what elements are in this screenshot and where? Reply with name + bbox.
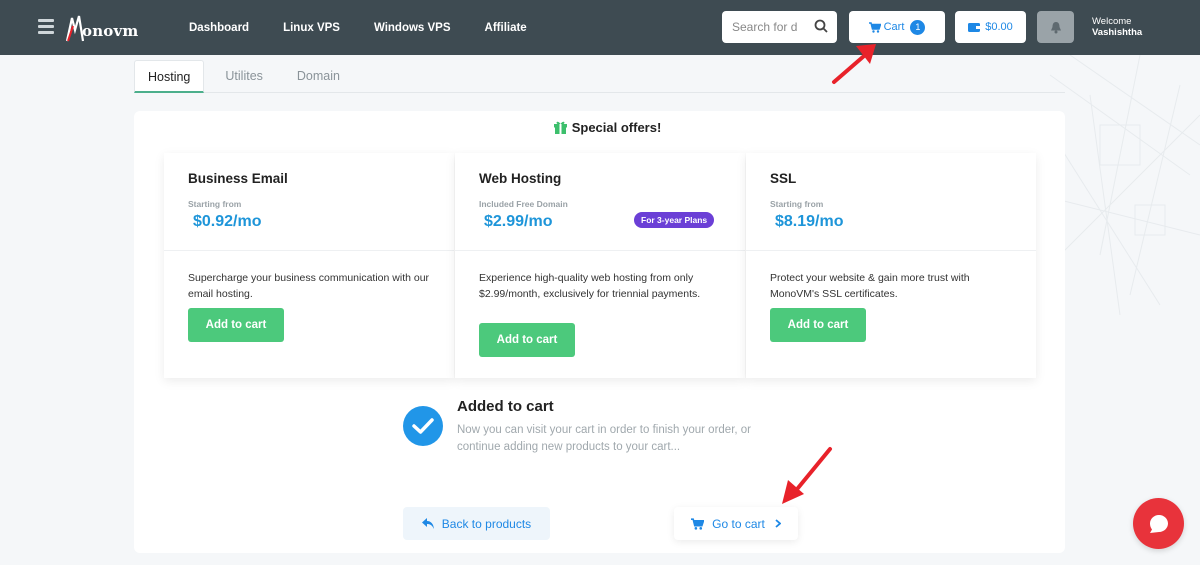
bell-icon: [1050, 21, 1061, 33]
card-price: $0.92/mo: [193, 213, 262, 230]
add-to-cart-button[interactable]: Add to cart: [479, 323, 575, 357]
user-name: Vashishtha: [1092, 27, 1143, 38]
offer-card-web-hosting: Web Hosting Included Free Domain $2.99/m…: [455, 153, 745, 378]
cart-count-badge: 1: [910, 19, 926, 35]
added-to-cart-message: Now you can visit your cart in order to …: [457, 424, 752, 453]
balance-button[interactable]: $0.00: [955, 11, 1026, 43]
product-tabs: Hosting Utilites Domain: [134, 60, 1065, 93]
notifications-button[interactable]: [1037, 11, 1074, 43]
card-description: Supercharge your business communication …: [188, 272, 430, 300]
menu-icon[interactable]: [38, 19, 54, 34]
nav-windows-vps[interactable]: Windows VPS: [374, 22, 451, 34]
offer-card-ssl: SSL Starting from $8.19/mo Protect your …: [746, 153, 1036, 378]
cart-icon: [691, 517, 705, 530]
card-price-label: Starting from: [188, 199, 242, 209]
chevron-right-icon: [775, 519, 781, 528]
special-offers-heading: Special offers!: [134, 120, 1080, 135]
logo-text: onovm: [82, 22, 139, 40]
user-welcome[interactable]: Welcome Vashishtha: [1092, 16, 1142, 38]
main-nav: Dashboard Linux VPS Windows VPS Affiliat…: [189, 0, 561, 55]
card-title: SSL: [770, 171, 797, 186]
annotation-arrow-icon: [782, 447, 832, 504]
nav-dashboard[interactable]: Dashboard: [189, 22, 249, 34]
card-title: Web Hosting: [479, 171, 562, 186]
card-price: $8.19/mo: [775, 213, 844, 230]
chat-bubble-icon: [1149, 514, 1168, 533]
go-to-cart-button[interactable]: Go to cart: [674, 507, 798, 540]
welcome-label: Welcome: [1092, 16, 1132, 27]
cart-icon: [868, 21, 881, 33]
annotation-arrow-icon: [832, 44, 876, 84]
card-divider: [746, 250, 1036, 251]
go-to-cart-label: Go to cart: [712, 516, 765, 531]
top-navbar: onovm Dashboard Linux VPS Windows VPS Af…: [0, 0, 1200, 55]
back-to-products-button[interactable]: Back to products: [403, 507, 550, 540]
nav-affiliate[interactable]: Affiliate: [485, 22, 527, 34]
reply-arrow-icon: [421, 518, 434, 529]
plan-badge: For 3-year Plans: [634, 212, 715, 228]
card-description: Protect your website & gain more trust w…: [770, 272, 970, 300]
search-box: [722, 11, 837, 43]
card-title: Business Email: [188, 171, 288, 186]
balance-amount: $0.00: [985, 21, 1013, 33]
card-price: $2.99/mo: [484, 213, 553, 230]
add-to-cart-button[interactable]: Add to cart: [770, 308, 866, 342]
search-icon[interactable]: [814, 19, 828, 33]
nav-linux-vps[interactable]: Linux VPS: [283, 22, 340, 34]
tab-domain[interactable]: Domain: [284, 60, 353, 93]
card-description: Experience high-quality web hosting from…: [479, 272, 701, 300]
cart-label: Cart: [883, 21, 905, 33]
card-divider: [455, 250, 745, 251]
offer-card-business-email: Business Email Starting from $0.92/mo Su…: [164, 153, 454, 378]
special-offers-title: Special offers!: [571, 120, 662, 135]
tab-hosting[interactable]: Hosting: [134, 60, 205, 93]
chat-button[interactable]: [1133, 498, 1184, 549]
search-input[interactable]: [732, 20, 804, 34]
card-divider: [164, 250, 454, 251]
wallet-icon: [968, 23, 981, 32]
cart-button[interactable]: Cart 1: [849, 11, 945, 43]
add-to-cart-button[interactable]: Add to cart: [188, 308, 284, 342]
card-price-label: Starting from: [770, 199, 824, 209]
card-price-label: Included Free Domain: [479, 199, 568, 209]
tab-utilities[interactable]: Utilites: [212, 60, 276, 93]
added-to-cart-title: Added to cart: [457, 398, 554, 415]
back-to-products-label: Back to products: [441, 516, 532, 531]
logo[interactable]: onovm: [66, 12, 139, 42]
gift-icon: [553, 121, 567, 134]
check-circle-icon: [403, 406, 443, 446]
